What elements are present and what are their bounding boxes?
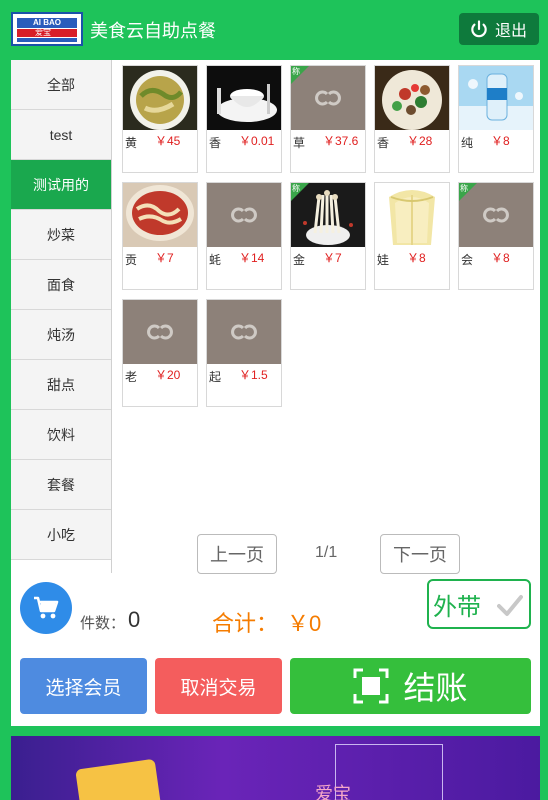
takeaway-toggle[interactable]: 外带 (427, 579, 531, 629)
check-icon (497, 595, 523, 616)
product-card[interactable]: 香 ￥28 (374, 65, 450, 173)
scan-icon (353, 668, 389, 704)
product-card[interactable]: 香 ￥0.01 (206, 65, 282, 173)
product-card[interactable]: 纯 ￥8 (458, 65, 534, 173)
item-count-label: 件数： (80, 615, 126, 632)
product-price: ￥37.6 (323, 134, 359, 148)
cancel-transaction-button[interactable]: 取消交易 (155, 658, 282, 714)
category-item[interactable]: 面食 (11, 260, 111, 310)
pagination: 上一页 1/1 下一页 (197, 534, 497, 574)
order-summary: 件数： 0 合计： ￥0 外带 (11, 574, 540, 654)
product-card[interactable]: 称金 ￥7 (290, 182, 366, 290)
product-card[interactable]: 老 ￥20 (122, 299, 198, 407)
product-card[interactable]: 黄 ￥45 (122, 65, 198, 173)
category-item[interactable]: 小吃 (11, 510, 111, 560)
logo-stripe-bottom (17, 38, 77, 42)
page-indicator: 1/1 (315, 544, 338, 561)
banner-brand-text: 爱宝 (315, 784, 351, 800)
select-member-button[interactable]: 选择会员 (20, 658, 147, 714)
product-price: ￥7 (155, 251, 174, 265)
product-image (375, 66, 449, 130)
category-item[interactable]: 炖汤 (11, 310, 111, 360)
exit-label: 退出 (495, 23, 528, 40)
brand-logo: AI BAO 爱宝 (11, 12, 83, 46)
category-sidebar: 全部 test 测试用的 炒菜 面食 炖汤 甜点 饮料 套餐 小吃 (11, 60, 112, 573)
exit-button[interactable]: 退出 (459, 13, 539, 45)
product-name: 会 (461, 253, 474, 267)
weigh-tag-label: 称 (292, 184, 300, 193)
product-price: ￥8 (407, 251, 426, 265)
product-card[interactable]: 蚝 ￥14 (206, 182, 282, 290)
product-image (375, 183, 449, 247)
product-image (459, 66, 533, 130)
category-item[interactable]: test (11, 110, 111, 160)
product-name: 香 (377, 136, 390, 150)
weigh-tag: 称 (291, 183, 309, 201)
category-item[interactable]: 饮料 (11, 410, 111, 460)
header: AI BAO 爱宝 美食云自助点餐 退出 (0, 0, 548, 58)
total-label: 合计： (212, 611, 279, 636)
category-item[interactable]: 测试用的 (11, 160, 111, 210)
weigh-tag: 称 (291, 66, 309, 84)
weigh-tag-label: 称 (292, 67, 300, 76)
phone-illustration (75, 758, 163, 800)
product-name: 蚝 (209, 253, 222, 267)
product-card[interactable]: 称草 ￥37.6 (290, 65, 366, 173)
promo-banner[interactable]: 爱宝 (11, 736, 540, 800)
app-title: 美食云自助点餐 (90, 21, 216, 41)
product-card[interactable]: 称会 ￥8 (458, 182, 534, 290)
product-card[interactable]: 娃 ￥8 (374, 182, 450, 290)
product-price: ￥8 (491, 251, 510, 265)
product-image (123, 66, 197, 130)
banner-frame (335, 744, 443, 800)
weigh-tag-label: 称 (460, 184, 468, 193)
action-bar: 选择会员 取消交易 结账 (11, 658, 540, 714)
takeaway-label: 外带 (433, 593, 481, 621)
product-price: ￥0.01 (239, 134, 275, 148)
prev-page-button[interactable]: 上一页 (197, 534, 277, 574)
product-image (123, 183, 197, 247)
main-panel: 全部 test 测试用的 炒菜 面食 炖汤 甜点 饮料 套餐 小吃 黄 ￥45 香 ￥0.01 称草 ￥37… (11, 60, 540, 726)
cart-button[interactable] (20, 582, 72, 634)
category-item[interactable]: 炒菜 (11, 210, 111, 260)
power-icon (471, 20, 487, 38)
product-price: ￥20 (155, 368, 181, 382)
checkout-label: 结账 (403, 670, 468, 706)
product-price: ￥28 (407, 134, 433, 148)
product-price: ￥7 (323, 251, 342, 265)
logo-text: AI BAO (17, 18, 77, 28)
total-value: ￥0 (287, 611, 322, 636)
product-image (207, 66, 281, 130)
product-name: 金 (293, 253, 306, 267)
product-card[interactable]: 起 ￥1.5 (206, 299, 282, 407)
product-price: ￥14 (239, 251, 265, 265)
product-card[interactable]: 贡 ￥7 (122, 182, 198, 290)
product-name: 黄 (125, 136, 138, 150)
category-item[interactable]: 套餐 (11, 460, 111, 510)
image-placeholder-icon (123, 300, 197, 364)
product-price: ￥8 (491, 134, 510, 148)
product-name: 老 (125, 370, 138, 384)
checkout-button[interactable]: 结账 (290, 658, 531, 714)
next-page-button[interactable]: 下一页 (380, 534, 460, 574)
product-price: ￥45 (155, 134, 181, 148)
product-name: 娃 (377, 253, 390, 267)
item-count-value: 0 (128, 607, 141, 632)
product-name: 草 (293, 136, 306, 150)
category-item[interactable]: 甜点 (11, 360, 111, 410)
logo-cn-text: 爱宝 (35, 28, 51, 37)
weigh-tag: 称 (459, 183, 477, 201)
product-name: 起 (209, 370, 222, 384)
product-name: 贡 (125, 253, 138, 267)
category-item[interactable]: 全部 (11, 60, 111, 110)
image-placeholder-icon (207, 300, 281, 364)
product-name: 香 (209, 136, 222, 150)
cart-icon (34, 596, 59, 619)
product-name: 纯 (461, 136, 474, 150)
product-price: ￥1.5 (239, 368, 268, 382)
image-placeholder-icon (207, 183, 281, 247)
